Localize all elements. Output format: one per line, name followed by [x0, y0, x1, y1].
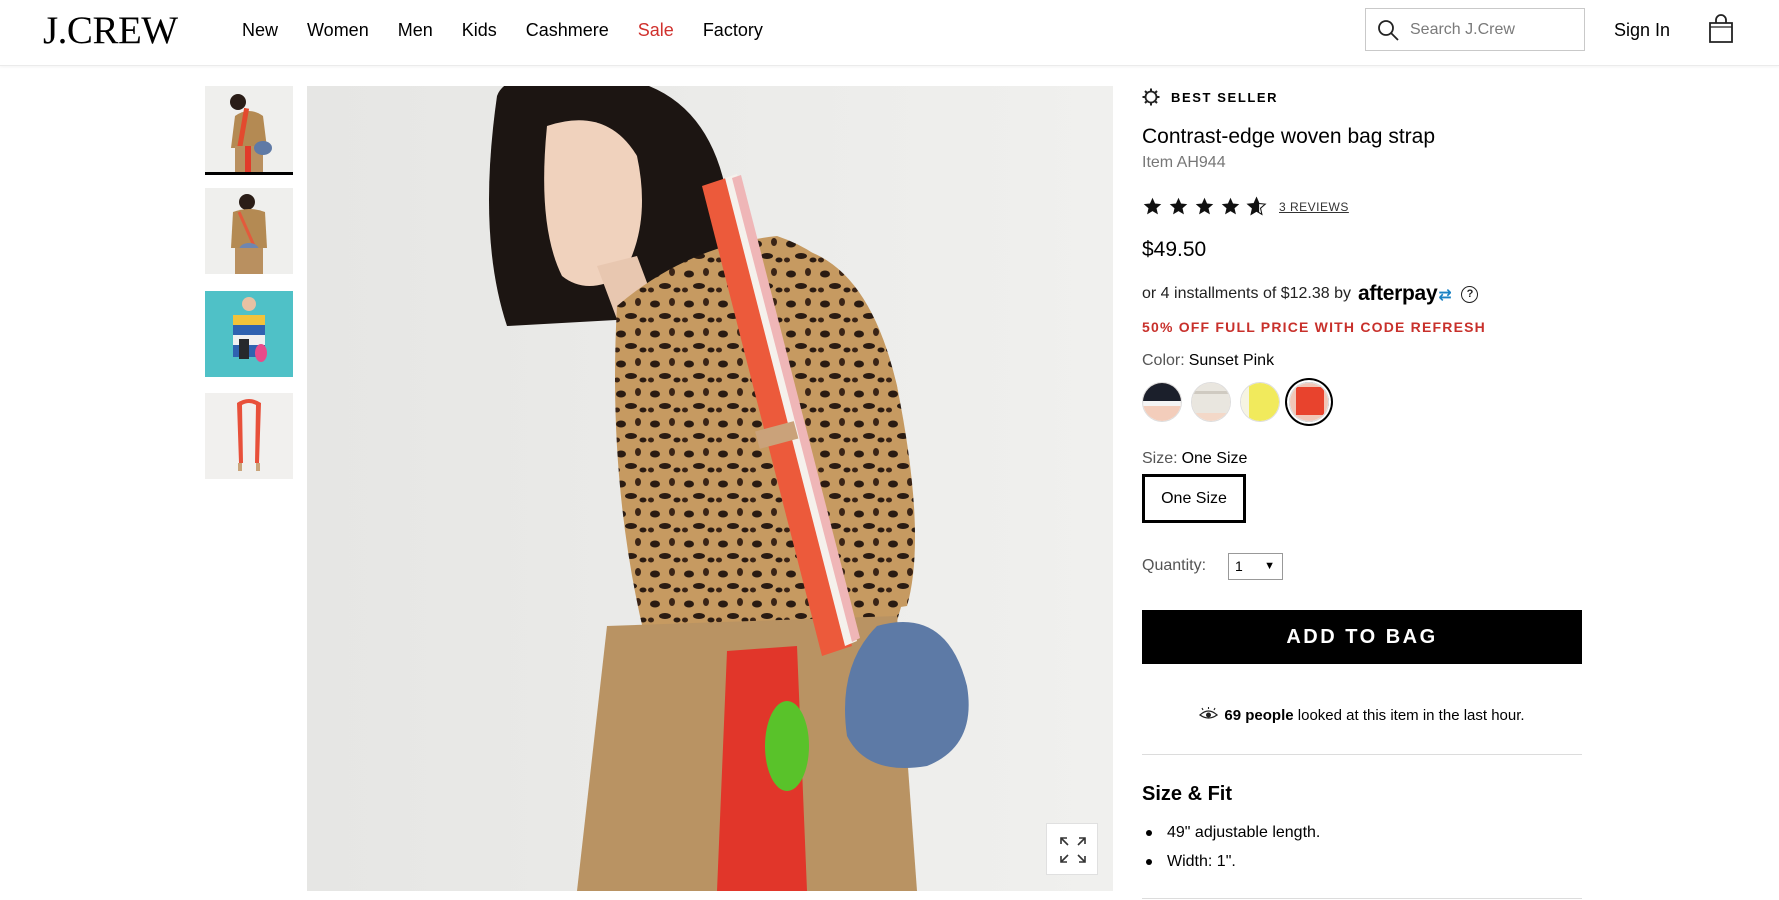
star-full-icon — [1195, 197, 1214, 215]
thumbnail-2[interactable] — [205, 188, 293, 274]
thumbnail-image — [205, 291, 293, 377]
nav-factory[interactable]: Factory — [703, 19, 763, 41]
nav-kids[interactable]: Kids — [462, 19, 497, 41]
recent-viewers-notice: 69 people looked at this item in the las… — [1142, 707, 1582, 724]
color-label: Color: — [1142, 352, 1185, 369]
expand-icon — [1060, 837, 1086, 863]
quantity-value: 1 — [1235, 558, 1243, 574]
help-icon[interactable]: ? — [1461, 285, 1479, 303]
afterpay-installments: or 4 installments of $12.38 by afterpay⇄… — [1142, 282, 1479, 306]
promo-code-message: 50% OFF FULL PRICE WITH CODE REFRESH — [1142, 319, 1486, 335]
search-icon[interactable] — [1376, 18, 1400, 42]
nav-women[interactable]: Women — [307, 19, 369, 41]
nav-men[interactable]: Men — [398, 19, 433, 41]
badge-icon — [1142, 88, 1160, 106]
product-price: $49.50 — [1142, 238, 1207, 261]
item-number: Item AH944 — [1142, 154, 1226, 171]
size-selection: Size: One Size — [1142, 450, 1247, 468]
size-fit-list: 49" adjustable length. Width: 1". — [1142, 818, 1320, 876]
nav-new[interactable]: New — [242, 19, 278, 41]
viewers-text: looked at this item in the last hour. — [1297, 707, 1525, 724]
product-main-image[interactable] — [307, 86, 1113, 891]
nav-cashmere[interactable]: Cashmere — [526, 19, 609, 41]
expand-image-button[interactable] — [1046, 823, 1098, 875]
dropdown-arrow-icon: ▼ — [1264, 560, 1275, 572]
quantity-select[interactable]: 1 ▼ — [1228, 553, 1283, 580]
color-value: Sunset Pink — [1188, 352, 1275, 369]
divider — [1142, 754, 1582, 755]
jcrew-logo[interactable]: J.CREW — [43, 8, 178, 53]
best-seller-badge: BEST SELLER — [1142, 88, 1278, 106]
list-item: 49" adjustable length. — [1142, 818, 1320, 847]
product-title: Contrast-edge woven bag strap — [1142, 125, 1436, 148]
add-to-bag-button[interactable]: ADD TO BAG — [1142, 610, 1582, 664]
thumbnail-image — [205, 86, 293, 172]
afterpay-logo[interactable]: afterpay⇄ — [1358, 282, 1452, 306]
swatch-ivory[interactable] — [1191, 382, 1231, 422]
afterpay-arrows-icon: ⇄ — [1438, 287, 1452, 304]
eye-icon — [1199, 707, 1219, 719]
thumbnail-image — [205, 393, 293, 479]
product-photo — [307, 86, 1113, 891]
star-half-icon — [1246, 196, 1267, 216]
divider — [1142, 898, 1582, 899]
size-value: One Size — [1181, 450, 1248, 467]
swatch-sunset-pink[interactable] — [1289, 382, 1329, 422]
size-label: Size: — [1142, 450, 1178, 467]
star-full-icon — [1169, 197, 1188, 215]
swatch-yellow[interactable] — [1240, 382, 1280, 422]
thumbnail-3[interactable] — [205, 291, 293, 377]
nav-sale[interactable]: Sale — [638, 19, 674, 41]
thumbnail-1[interactable] — [205, 86, 293, 175]
color-swatches — [1142, 382, 1329, 422]
thumbnail-4[interactable] — [205, 393, 293, 479]
star-full-icon — [1143, 197, 1162, 215]
reviews-link[interactable]: 3 REVIEWS — [1279, 200, 1349, 214]
shopping-bag-icon[interactable] — [1707, 14, 1735, 44]
search-box[interactable] — [1365, 8, 1585, 51]
viewers-count: 69 people — [1224, 707, 1294, 724]
thumbnail-image — [205, 188, 293, 274]
site-header: J.CREW New Women Men Kids Cashmere Sale … — [0, 0, 1779, 66]
installments-text: or 4 installments of $12.38 by — [1142, 285, 1352, 302]
star-full-icon — [1221, 197, 1240, 215]
sign-in-link[interactable]: Sign In — [1614, 20, 1670, 41]
main-nav: New Women Men Kids Cashmere Sale Factory — [242, 19, 792, 41]
search-input[interactable] — [1410, 15, 1575, 44]
size-one-size-button[interactable]: One Size — [1142, 474, 1246, 523]
swatch-navy[interactable] — [1142, 382, 1182, 422]
badge-label: BEST SELLER — [1171, 89, 1279, 105]
color-selection: Color: Sunset Pink — [1142, 352, 1274, 370]
quantity-label: Quantity: — [1142, 557, 1207, 574]
list-item: Width: 1". — [1142, 847, 1320, 876]
rating: 3 REVIEWS — [1142, 196, 1349, 217]
size-fit-heading[interactable]: Size & Fit — [1142, 783, 1232, 806]
